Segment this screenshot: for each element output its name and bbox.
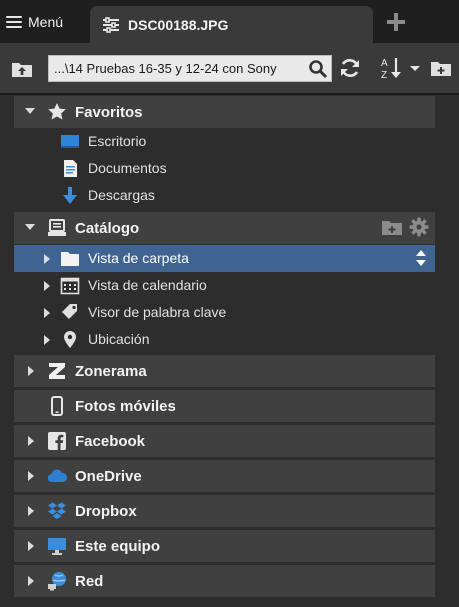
computer-monitor-icon — [48, 538, 66, 555]
svg-text:Z: Z — [381, 70, 387, 81]
chevron-right-icon[interactable] — [44, 254, 50, 264]
up-folder-icon[interactable] — [11, 60, 33, 78]
plus-icon[interactable] — [387, 13, 405, 31]
list-item-documentos[interactable]: Documentos — [14, 155, 435, 182]
catalog-actions — [381, 217, 429, 237]
folder-icon — [61, 252, 79, 266]
tab-label: DSC00188.JPG — [128, 16, 229, 33]
calendar-icon — [60, 277, 80, 295]
item-label: Escritorio — [88, 133, 147, 149]
zonerama-icon — [49, 363, 65, 379]
sort-updown-icon[interactable] — [415, 249, 427, 267]
location-pin-icon — [64, 331, 76, 348]
gear-icon[interactable] — [409, 217, 429, 237]
section-red[interactable]: Red — [14, 565, 435, 597]
search-icon[interactable] — [308, 59, 328, 79]
sort-icon[interactable]: A Z — [380, 55, 422, 81]
navigation-panel: Favoritos Escritorio Documentos Descarga… — [0, 95, 459, 607]
item-label: Documentos — [88, 160, 167, 176]
chevron-right-icon[interactable] — [28, 506, 34, 516]
chevron-right-icon[interactable] — [28, 471, 34, 481]
toolbar: ...\14 Pruebas 16-35 y 12-24 con Sony A … — [0, 43, 459, 95]
chevron-right-icon[interactable] — [28, 576, 34, 586]
path-input[interactable]: ...\14 Pruebas 16-35 y 12-24 con Sony — [48, 55, 332, 82]
chevron-right-icon[interactable] — [28, 436, 34, 446]
menu-button[interactable]: Menú — [6, 10, 63, 34]
chevron-down-icon[interactable] — [25, 224, 35, 230]
section-dropbox[interactable]: Dropbox — [14, 495, 435, 527]
section-fotos-moviles[interactable]: Fotos móviles — [14, 390, 435, 422]
item-label: Ubicación — [88, 331, 150, 347]
section-este-equipo[interactable]: Este equipo — [14, 530, 435, 562]
item-label: Descargas — [88, 187, 155, 203]
path-text: ...\14 Pruebas 16-35 y 12-24 con Sony — [54, 61, 277, 76]
section-title: Favoritos — [75, 103, 143, 121]
tab-bar: Menú DSC00188.JPG — [0, 0, 459, 43]
section-title: Red — [75, 572, 104, 590]
tab-active-file[interactable]: DSC00188.JPG — [90, 6, 373, 43]
network-globe-icon — [48, 572, 66, 591]
section-catalogo[interactable]: Catálogo — [14, 212, 435, 244]
section-favoritos[interactable]: Favoritos — [14, 96, 435, 128]
list-item-vista-de-carpeta[interactable]: Vista de carpeta — [14, 245, 435, 272]
section-title: Facebook — [75, 432, 146, 450]
chevron-right-icon[interactable] — [44, 308, 50, 318]
new-folder-icon[interactable] — [430, 59, 452, 77]
svg-text:A: A — [381, 58, 388, 69]
chevron-right-icon[interactable] — [44, 335, 50, 345]
chevron-right-icon[interactable] — [28, 366, 34, 376]
section-title: Catálogo — [75, 219, 140, 237]
download-arrow-icon — [63, 187, 77, 204]
tag-icon — [62, 304, 77, 319]
dropbox-icon — [48, 502, 66, 519]
onedrive-cloud-icon — [47, 469, 67, 483]
list-item-vista-de-calendario[interactable]: Vista de calendario — [14, 272, 435, 299]
section-onedrive[interactable]: OneDrive — [14, 460, 435, 492]
hamburger-icon — [6, 16, 22, 28]
chevron-right-icon[interactable] — [28, 541, 34, 551]
section-title: Dropbox — [75, 502, 137, 520]
refresh-icon[interactable] — [338, 56, 362, 80]
list-item-visor-de-palabra-clave[interactable]: Visor de palabra clave — [14, 299, 435, 326]
document-icon — [64, 160, 77, 177]
list-item-descargas[interactable]: Descargas — [14, 182, 435, 209]
section-title: Este equipo — [75, 537, 161, 555]
list-item-ubicacion[interactable]: Ubicación — [14, 326, 435, 353]
list-item-escritorio[interactable]: Escritorio — [14, 128, 435, 155]
desktop-icon — [61, 135, 79, 148]
menu-label: Menú — [28, 14, 64, 30]
item-label: Vista de calendario — [88, 277, 207, 293]
chevron-down-icon[interactable] — [25, 108, 35, 114]
section-title: Zonerama — [75, 362, 147, 380]
add-folder-icon[interactable] — [381, 217, 403, 237]
adjustments-icon — [103, 16, 119, 33]
facebook-icon — [48, 432, 66, 450]
chevron-right-icon[interactable] — [44, 281, 50, 291]
section-title: OneDrive — [75, 467, 142, 485]
mobile-phone-icon — [51, 396, 63, 416]
section-title: Fotos móviles — [75, 397, 176, 415]
section-facebook[interactable]: Facebook — [14, 425, 435, 457]
section-zonerama[interactable]: Zonerama — [14, 355, 435, 387]
item-label: Vista de carpeta — [88, 250, 189, 266]
star-icon — [48, 103, 66, 120]
catalog-icon — [48, 219, 66, 236]
item-label: Visor de palabra clave — [88, 304, 227, 320]
